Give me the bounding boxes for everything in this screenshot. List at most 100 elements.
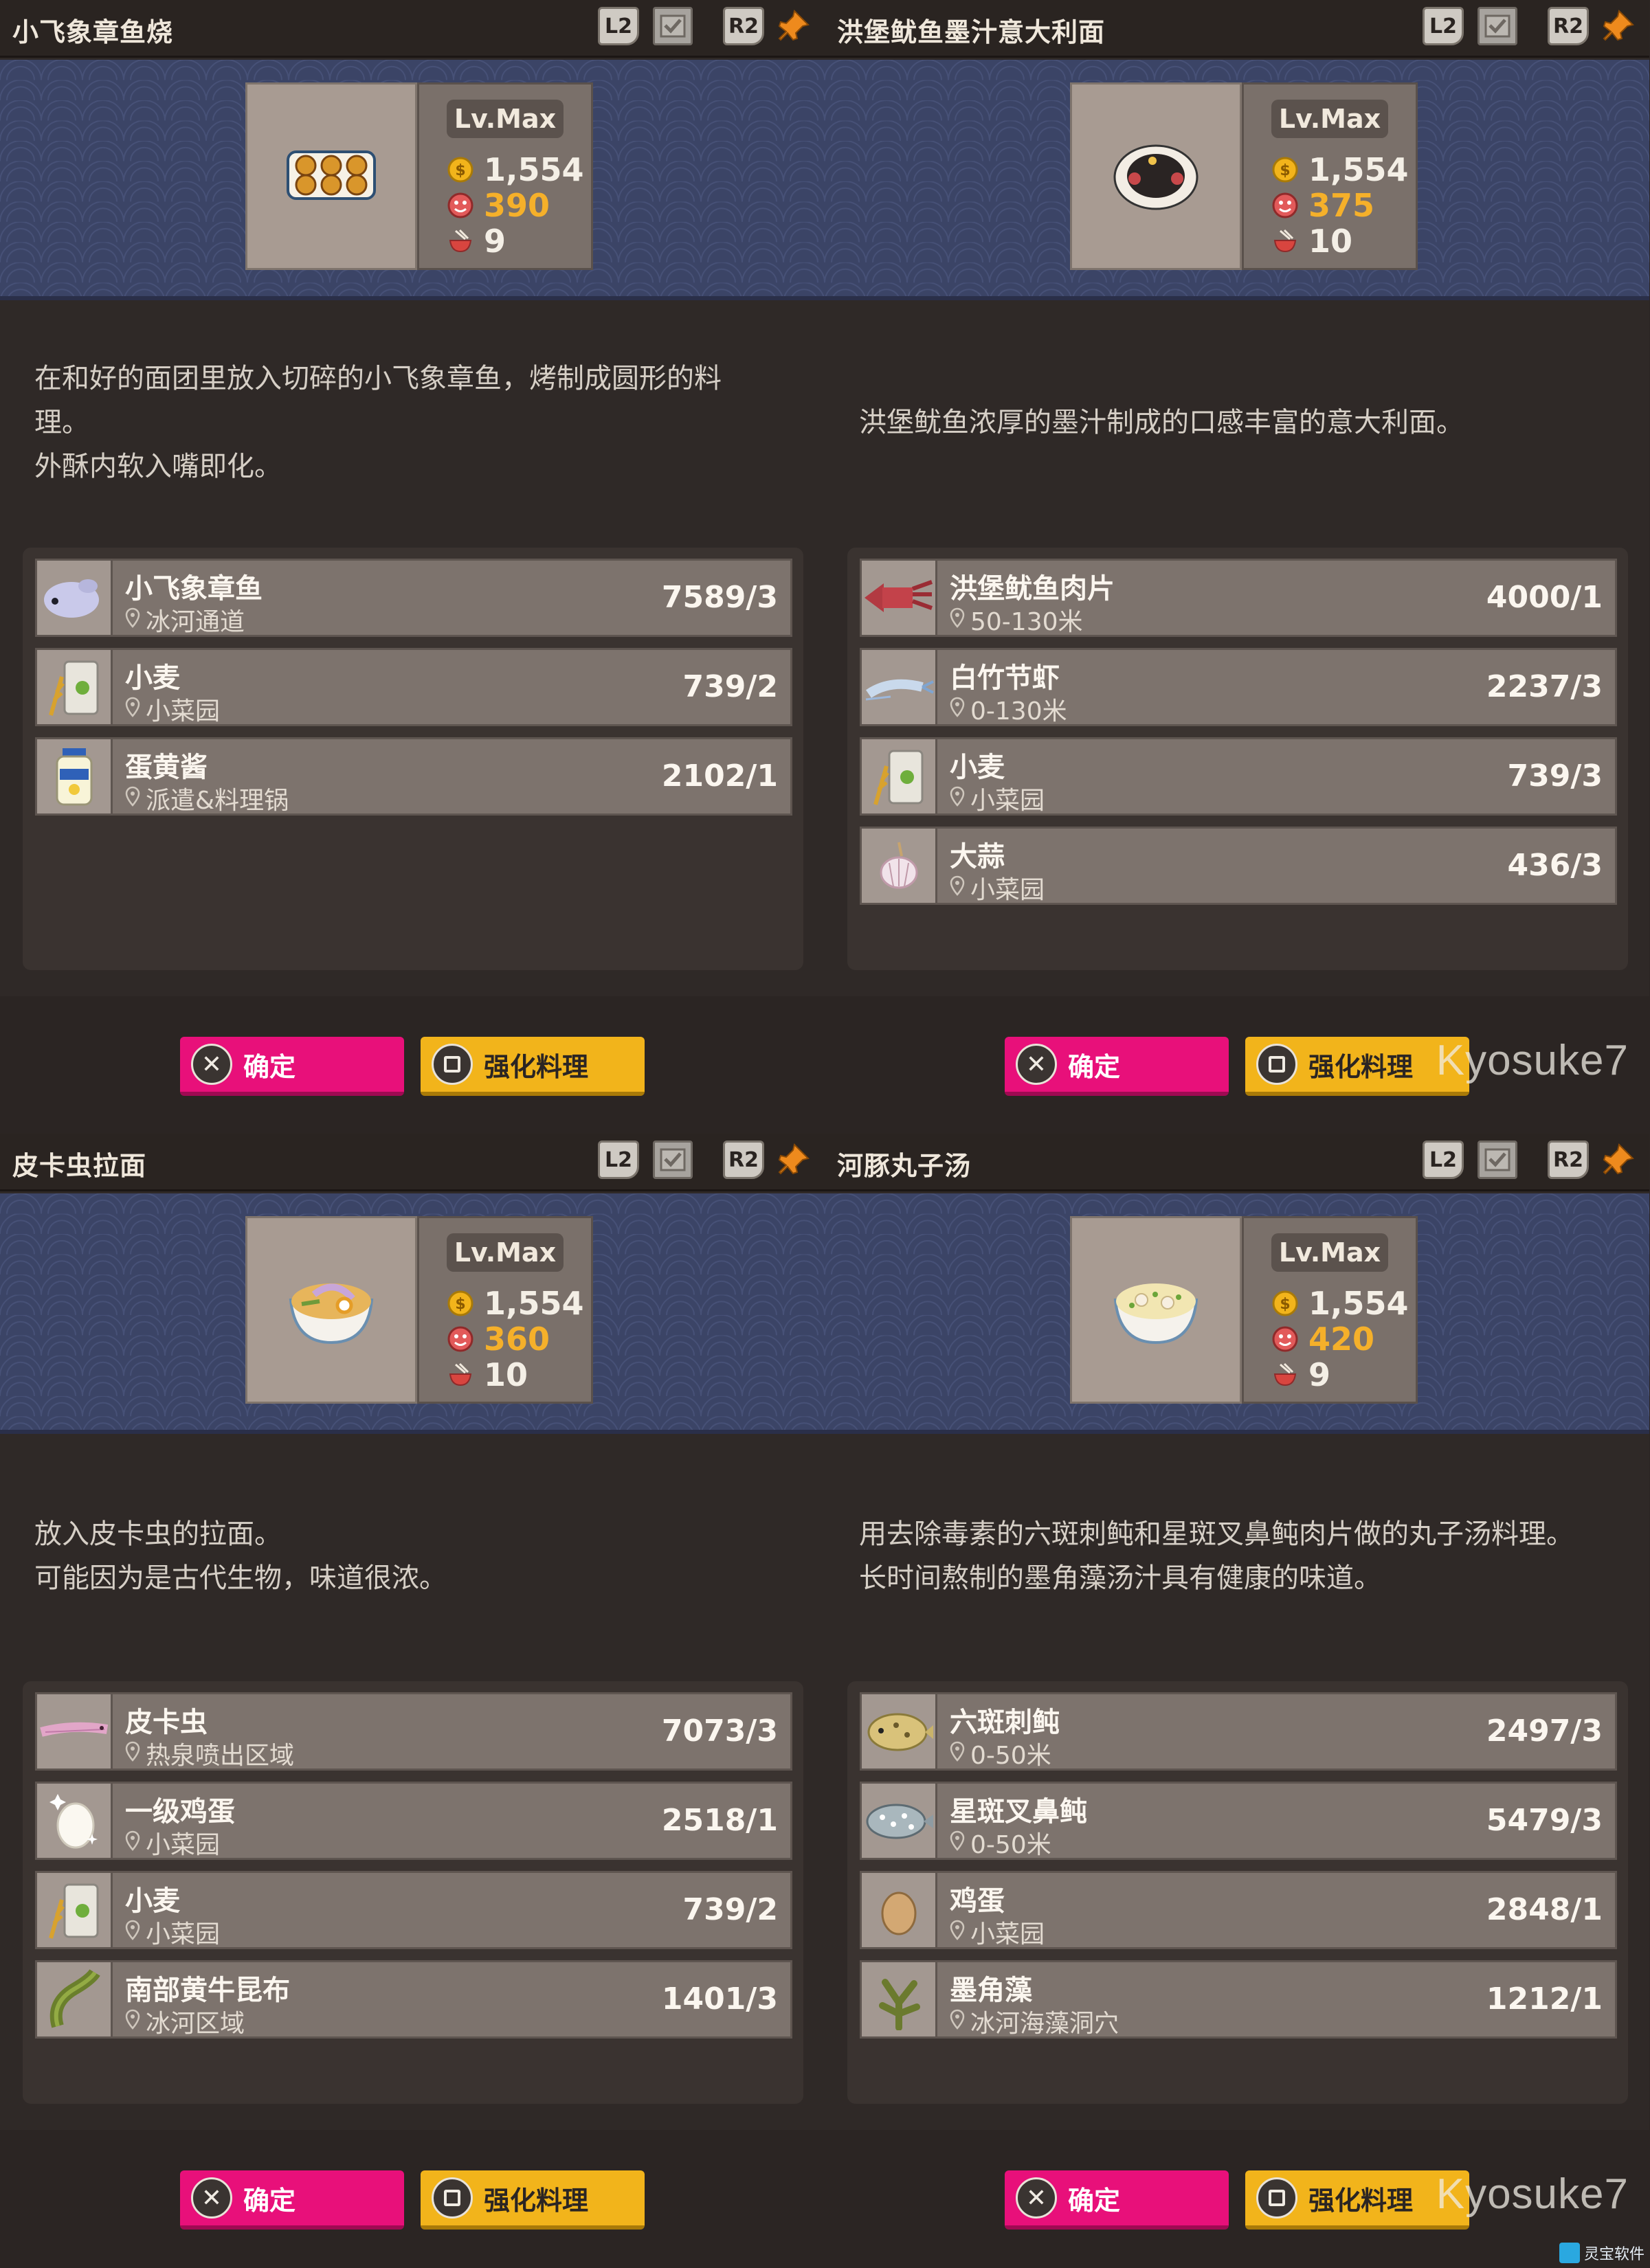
servings-value: 9 (1308, 1356, 1331, 1393)
location-pin-icon (125, 1829, 146, 1857)
confirm-button[interactable]: ✕ 确定 (1005, 2170, 1229, 2230)
action-bar: ✕ 确定 强化料理 Kyosuke7 (825, 2130, 1649, 2267)
ingredient-location: 热泉喷出区域 (125, 1736, 294, 1771)
location-text: 小菜园 (146, 1920, 221, 1949)
taste-face-icon (447, 192, 474, 219)
check-icon[interactable] (653, 7, 693, 45)
svg-text:$: $ (1280, 1296, 1290, 1313)
dish-description: 放入皮卡虫的拉面。 可能因为是古代生物，味道很浓。 (34, 1436, 804, 1676)
l2-button[interactable]: L2 (1423, 7, 1464, 45)
check-icon[interactable] (1478, 1141, 1517, 1179)
taste-face-icon (1271, 192, 1299, 219)
taste-value: 375 (1308, 187, 1375, 224)
ingredient-row[interactable]: 小麦 小菜园 739/2 (35, 1871, 792, 1949)
description-line: 用去除毒素的六斑刺鲀和星斑叉鼻鲀肉片做的丸子汤料理。 (859, 1518, 1574, 1550)
ingredient-row[interactable]: 墨角藻 冰河海藻洞穴 1212/1 (860, 1960, 1617, 2039)
pin-icon[interactable] (775, 1141, 812, 1180)
dish-description: 洪堡鱿鱼浓厚的墨汁制成的口感丰富的意大利面。 (859, 302, 1629, 543)
ingredient-location: 冰河海藻洞穴 (950, 2003, 1119, 2039)
confirm-label: 确定 (1068, 1051, 1121, 1082)
ingredient-row[interactable]: 大蒜 小菜园 436/3 (860, 827, 1617, 905)
enhance-dish-button[interactable]: 强化料理 (421, 2170, 645, 2230)
squid-icon (862, 561, 937, 635)
r2-button[interactable]: R2 (723, 7, 764, 45)
brand-icon (1559, 2243, 1580, 2263)
location-pin-icon (125, 2008, 146, 2036)
square-button-icon (432, 2177, 473, 2219)
l2-button[interactable]: L2 (598, 7, 639, 45)
price-value: 1,554 (484, 151, 584, 188)
location-text: 小菜园 (970, 787, 1045, 815)
wheat-sack-icon (37, 650, 113, 724)
l2-button[interactable]: L2 (1423, 1141, 1464, 1179)
ingredient-row[interactable]: 小麦 小菜园 739/3 (860, 737, 1617, 816)
title-bar: 河豚丸子汤 L2 R2 (825, 1134, 1649, 1191)
confirm-button[interactable]: ✕ 确定 (180, 1037, 404, 1096)
taste-face-icon (447, 1325, 474, 1353)
taste-stat: 375 (1271, 187, 1375, 224)
ingredient-row[interactable]: 星斑叉鼻鲀 0-50米 5479/3 (860, 1782, 1617, 1860)
r2-button[interactable]: R2 (723, 1141, 764, 1179)
squid-ink-pasta-icon (1111, 137, 1201, 216)
mayonnaise-icon (37, 739, 113, 813)
action-bar: ✕ 确定 强化料理 (0, 996, 825, 1134)
ingredient-row[interactable]: 小飞象章鱼 冰河通道 7589/3 (35, 559, 792, 637)
cross-button-icon: ✕ (191, 1044, 232, 1085)
garlic-icon (862, 829, 937, 903)
ingredient-name: 洪堡鱿鱼肉片 (950, 573, 1115, 605)
watermark: Kyosuke7 (1436, 2170, 1629, 2218)
pin-icon[interactable] (775, 7, 812, 47)
confirm-label: 确定 (243, 1051, 296, 1082)
r2-button[interactable]: R2 (1548, 7, 1589, 45)
ingredient-list: 六斑刺鲀 0-50米 2497/3 星斑叉鼻鲀 0-50米 5479/3 鸡蛋 小菜园 2848… (847, 1681, 1628, 2104)
ingredient-row[interactable]: 一级鸡蛋 小菜园 2518/1 (35, 1782, 792, 1860)
enhance-label: 强化料理 (1308, 1051, 1414, 1082)
ingredient-row[interactable]: 六斑刺鲀 0-50米 2497/3 (860, 1692, 1617, 1771)
price-stat: $ 1,554 (447, 151, 584, 188)
svg-text:$: $ (455, 1296, 465, 1313)
enhance-dish-button[interactable]: 强化料理 (421, 1037, 645, 1096)
price-stat: $ 1,554 (1271, 151, 1409, 188)
dish-header: Lv.Max $ 1,554 360 10 (0, 1193, 825, 1434)
location-text: 小菜园 (146, 1831, 221, 1859)
check-icon[interactable] (1478, 7, 1517, 45)
location-text: 派遣&料理锅 (146, 787, 289, 815)
ingredient-row[interactable]: 蛋黄酱 派遣&料理锅 2102/1 (35, 737, 792, 816)
l2-button[interactable]: L2 (598, 1141, 639, 1179)
ingredient-row[interactable]: 小麦 小菜园 739/2 (35, 648, 792, 726)
pin-icon[interactable] (1600, 7, 1637, 47)
location-text: 0-130米 (970, 697, 1067, 726)
check-icon[interactable] (653, 1141, 693, 1179)
ingredient-row[interactable]: 皮卡虫 热泉喷出区域 7073/3 (35, 1692, 792, 1771)
ingredient-row[interactable]: 鸡蛋 小菜园 2848/1 (860, 1871, 1617, 1949)
ingredient-name: 小麦 (125, 1885, 180, 1917)
ingredient-location: 冰河区域 (125, 2003, 245, 2039)
dish-title: 河豚丸子汤 (837, 1151, 972, 1181)
enhance-label: 强化料理 (484, 1051, 589, 1082)
location-pin-icon (950, 606, 970, 634)
dish-header: Lv.Max $ 1,554 390 9 (0, 60, 825, 300)
confirm-button[interactable]: ✕ 确定 (1005, 1037, 1229, 1096)
square-button-icon (1256, 1044, 1297, 1085)
servings-value: 10 (1308, 223, 1353, 260)
egg-icon (862, 1873, 937, 1947)
confirm-button[interactable]: ✕ 确定 (180, 2170, 404, 2230)
ingredient-name: 星斑叉鼻鲀 (950, 1796, 1087, 1828)
price-value: 1,554 (484, 1285, 584, 1322)
ingredient-row[interactable]: 白竹节虾 0-130米 2237/3 (860, 648, 1617, 726)
seaweed-icon (862, 1962, 937, 2036)
recipe-panel-2: 洪堡鱿鱼墨汁意大利面 L2 R2 Lv.Max $ 1,554 375 10 洪… (825, 0, 1649, 1134)
ingredient-count: 2848/1 (1486, 1892, 1603, 1927)
ingredient-row[interactable]: 洪堡鱿鱼肉片 50-130米 4000/1 (860, 559, 1617, 637)
dish-image (1070, 82, 1242, 270)
r2-button[interactable]: R2 (1548, 1141, 1589, 1179)
ingredient-row[interactable]: 南部黄牛昆布 冰河区域 1401/3 (35, 1960, 792, 2039)
location-text: 0-50米 (970, 1742, 1051, 1770)
ingredient-count: 1401/3 (661, 1981, 778, 2017)
pin-icon[interactable] (1600, 1141, 1637, 1180)
kelp-icon (37, 1962, 113, 2036)
ingredient-location: 0-130米 (950, 691, 1067, 727)
enhance-label: 强化料理 (484, 2185, 589, 2216)
ingredient-location: 0-50米 (950, 1825, 1051, 1861)
location-text: 冰河区域 (146, 2010, 245, 2038)
